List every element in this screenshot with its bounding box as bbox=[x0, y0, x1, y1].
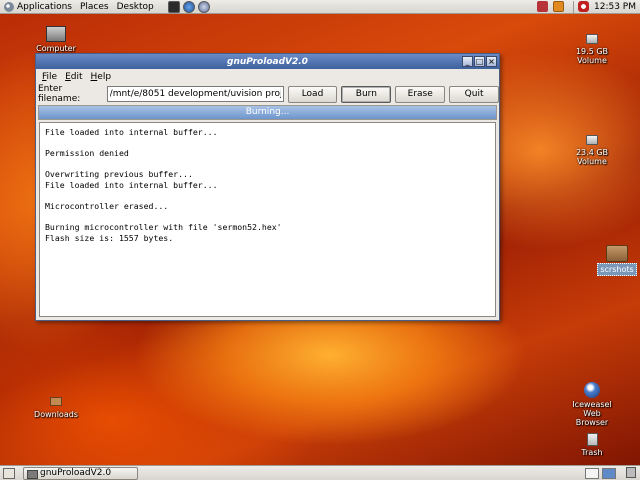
load-button[interactable]: Load bbox=[287, 85, 338, 103]
volume-19gb-desktop-icon[interactable]: 19.5 GB Volume bbox=[568, 34, 616, 65]
volume-19gb-label: Volume bbox=[577, 56, 607, 65]
drive-icon bbox=[586, 135, 598, 145]
gnuproload-window: gnuProloadV2.0 _ □ × File Edit Help Ente… bbox=[35, 53, 500, 321]
iceweasel-label-line3: Browser bbox=[575, 418, 609, 427]
log-line: Burning microcontroller with file 'sermo… bbox=[45, 222, 282, 233]
log-output[interactable]: File loaded into internal buffer... Permi… bbox=[39, 122, 496, 317]
burn-button[interactable]: Burn bbox=[341, 85, 392, 103]
tray-separator bbox=[573, 0, 574, 13]
computer-desktop-icon[interactable]: Computer bbox=[36, 26, 76, 53]
toolbar-row: Enter filename: Load Burn Erase Quit bbox=[36, 84, 499, 104]
downloads-label: Downloads bbox=[34, 410, 78, 419]
log-line: Microcontroller erased... bbox=[45, 201, 169, 212]
mail-icon[interactable] bbox=[197, 0, 210, 13]
applications-menu[interactable]: Applications bbox=[0, 0, 76, 14]
erase-button[interactable]: Erase bbox=[395, 85, 446, 103]
downloads-desktop-icon[interactable]: Downloads bbox=[30, 397, 82, 419]
browser-globe-icon bbox=[584, 382, 600, 398]
help-menu[interactable]: Help bbox=[87, 72, 116, 82]
volume-19gb-size: 19.5 GB bbox=[575, 47, 609, 56]
scrshots-desktop-icon[interactable]: scrshots bbox=[596, 245, 638, 276]
network-icon[interactable] bbox=[537, 1, 548, 12]
log-line: Flash size is: 1557 bytes. bbox=[45, 232, 174, 243]
close-button[interactable]: × bbox=[486, 56, 497, 67]
iceweasel-desktop-icon[interactable]: Iceweasel Web Browser bbox=[566, 382, 618, 427]
iceweasel-label-line1: Iceweasel bbox=[572, 400, 612, 409]
progress-bar: Burning... bbox=[38, 105, 497, 120]
folder-icon bbox=[50, 397, 62, 406]
show-desktop-icon[interactable] bbox=[3, 467, 15, 479]
top-panel: Applications Places Desktop 12:53 PM bbox=[0, 0, 640, 14]
places-menu[interactable]: Places bbox=[76, 0, 113, 14]
desktop-menu[interactable]: Desktop bbox=[113, 0, 158, 14]
scrshots-label: scrshots bbox=[597, 263, 637, 276]
quit-button[interactable]: Quit bbox=[449, 85, 499, 103]
progress-text: Burning... bbox=[245, 107, 290, 117]
power-icon[interactable] bbox=[578, 1, 589, 12]
filename-input[interactable] bbox=[106, 86, 284, 102]
minimize-button[interactable]: _ bbox=[462, 56, 473, 67]
window-titlebar[interactable]: gnuProloadV2.0 _ □ × bbox=[36, 54, 499, 69]
bottom-panel: gnuProloadV2.0 bbox=[0, 465, 640, 480]
update-notifier-icon[interactable] bbox=[553, 1, 564, 12]
clock[interactable]: 12:53 PM bbox=[594, 2, 640, 12]
workspace-1[interactable] bbox=[585, 467, 599, 479]
folder-icon bbox=[606, 245, 628, 262]
log-line: Permission denied bbox=[45, 148, 129, 159]
trash-label: Trash bbox=[581, 448, 603, 457]
computer-label: Computer bbox=[36, 44, 76, 53]
drive-icon bbox=[586, 34, 598, 44]
file-menu[interactable]: File bbox=[38, 72, 61, 82]
workspace-switcher bbox=[582, 467, 616, 479]
maximize-button[interactable]: □ bbox=[474, 56, 485, 67]
volume-23gb-size: 23.4 GB bbox=[575, 148, 609, 157]
computer-icon bbox=[46, 26, 66, 42]
filename-label: Enter filename: bbox=[38, 84, 81, 104]
trash-icon bbox=[586, 433, 598, 446]
edit-menu[interactable]: Edit bbox=[61, 72, 86, 82]
trash-desktop-icon[interactable]: Trash bbox=[576, 433, 608, 457]
window-controls: _ □ × bbox=[461, 56, 497, 67]
volume-23gb-label: Volume bbox=[577, 157, 607, 166]
volume-23gb-desktop-icon[interactable]: 23.4 GB Volume bbox=[568, 135, 616, 166]
menubar: File Edit Help bbox=[36, 69, 499, 84]
system-tray: 12:53 PM bbox=[537, 0, 640, 13]
log-line: File loaded into internal buffer... bbox=[45, 179, 218, 190]
log-line: Overwriting previous buffer... bbox=[45, 169, 193, 180]
web-browser-icon[interactable] bbox=[182, 0, 195, 13]
taskbar-button-gnuproload[interactable]: gnuProloadV2.0 bbox=[23, 466, 138, 480]
trash-applet-icon[interactable] bbox=[626, 467, 636, 478]
window-title: gnuProloadV2.0 bbox=[227, 56, 308, 67]
workspace-2[interactable] bbox=[602, 467, 616, 479]
log-line: File loaded into internal buffer... bbox=[45, 127, 218, 137]
terminal-icon[interactable] bbox=[167, 0, 180, 13]
iceweasel-label-line2: Web bbox=[583, 409, 601, 418]
